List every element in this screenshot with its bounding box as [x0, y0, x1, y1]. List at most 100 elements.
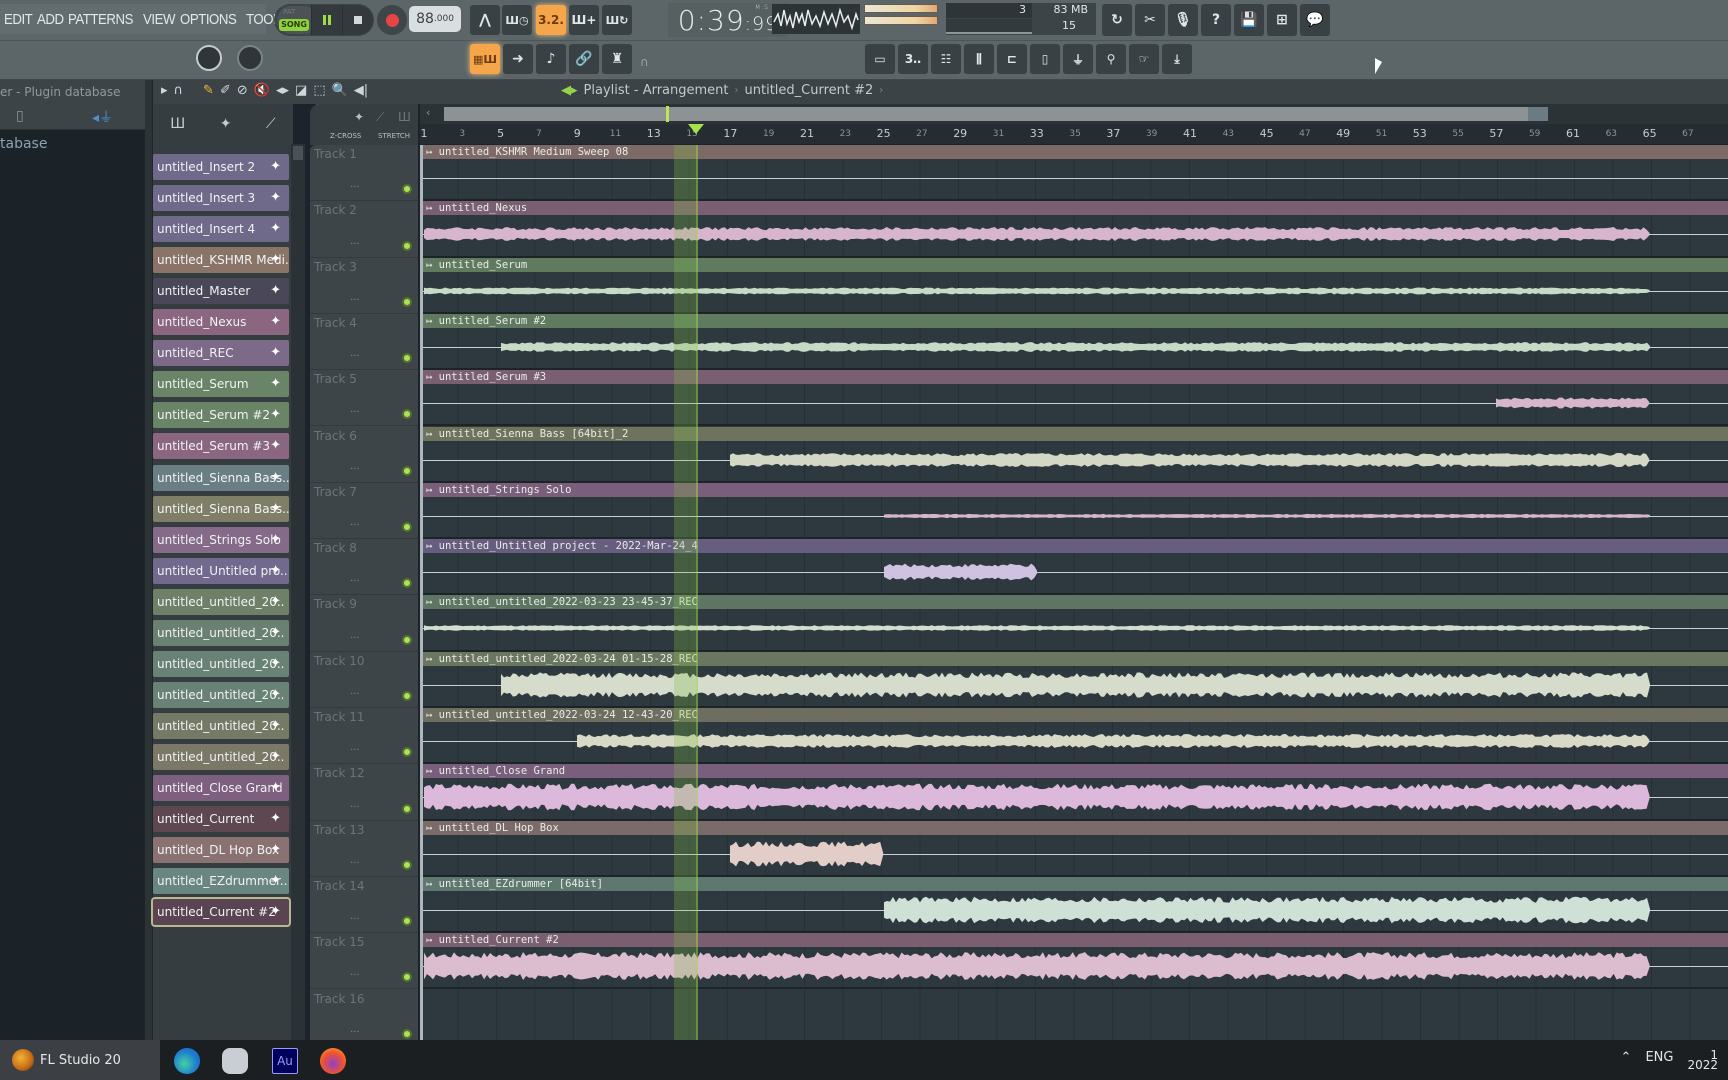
picker-clip[interactable]: untitled_Insert 4 ✦: [153, 216, 289, 243]
picker-clip[interactable]: untitled_untitled_20.. ✦: [153, 619, 289, 646]
audio-clip-title[interactable]: ↦ untitled_Serum: [420, 257, 1728, 272]
picker-clip[interactable]: untitled_untitled_20.. ✦: [153, 743, 289, 770]
browser-button[interactable]: ⊏: [997, 44, 1027, 74]
pause-button[interactable]: [311, 5, 342, 35]
track-options-dots[interactable]: ...: [350, 686, 360, 697]
audio-clip-title[interactable]: ↦ untitled_Current #2: [420, 933, 1728, 948]
menu-patterns[interactable]: PATTERNS: [68, 11, 133, 28]
pattern-clips-icon[interactable]: Ш: [170, 116, 185, 132]
track-enable-led[interactable]: [402, 690, 412, 701]
step-edit-button[interactable]: ➜: [503, 44, 533, 74]
audio-clip-title[interactable]: ↦ untitled_Close Grand: [420, 764, 1728, 779]
track-options-dots[interactable]: ...: [350, 967, 360, 978]
track-header[interactable]: Track 8...: [310, 539, 418, 596]
track-options-dots[interactable]: ...: [350, 1024, 360, 1035]
select-tool-icon[interactable]: ⬚: [313, 83, 325, 98]
picker-clip[interactable]: untitled_Untitled pro.. ✦: [153, 557, 289, 584]
track-lane[interactable]: ↦ untitled_untitled_2022-03-24 12-43-20_…: [420, 708, 1728, 765]
playlist-window-button[interactable]: ▭: [865, 44, 895, 74]
options-arrow-icon[interactable]: ▸: [161, 83, 168, 98]
automation-clips-icon[interactable]: ⟋: [266, 116, 276, 132]
track-options-dots[interactable]: ...: [350, 855, 360, 866]
track-lane[interactable]: ↦ untitled_Serum #2: [420, 313, 1728, 371]
track-enable-led[interactable]: [402, 1028, 412, 1039]
song-time-display[interactable]: 0:39:99 M:S:CS: [668, 3, 788, 37]
audio-clip-title[interactable]: ↦ untitled_untitled_2022-03-24 01-15-28_…: [420, 651, 1728, 666]
track-enable-led[interactable]: [402, 409, 412, 420]
picker-clip[interactable]: untitled_Close Grand ✦: [153, 775, 289, 801]
slip-tool-icon[interactable]: ◂▸: [276, 83, 289, 98]
menu-options[interactable]: OPTIONS: [180, 11, 237, 28]
track-header[interactable]: Track 9...: [310, 595, 418, 652]
picker-clip[interactable]: untitled_Master ✦: [153, 278, 289, 305]
track-enable-led[interactable]: [402, 522, 412, 533]
draw-tool-icon[interactable]: ✎: [203, 83, 214, 98]
undo-history-button[interactable]: ↻: [1102, 4, 1132, 36]
playlist-title[interactable]: Playlist - Arrangement: [584, 83, 729, 98]
picker-clip[interactable]: untitled_untitled_20.. ✦: [153, 650, 289, 677]
track-lane[interactable]: ↦ untitled_Close Grand: [420, 764, 1728, 821]
track-lane[interactable]: ↦ untitled_Nexus: [420, 201, 1728, 258]
download-button[interactable]: ⤓: [1162, 44, 1192, 74]
picker-clip[interactable]: untitled_Insert 3 ✦: [153, 185, 289, 212]
edge-icon[interactable]: [174, 1048, 200, 1074]
track-header[interactable]: Track 16...: [310, 990, 418, 1046]
countdown-button[interactable]: 3.2.: [536, 5, 566, 35]
picker-clip[interactable]: untitled_KSHMR Medi.. ✦: [153, 247, 289, 274]
app-icon[interactable]: [222, 1048, 248, 1074]
crumb-current-clip[interactable]: untitled_Current #2: [745, 83, 874, 98]
wait-input-button[interactable]: Ш◷: [502, 5, 532, 35]
cut-button[interactable]: ✂: [1135, 4, 1165, 36]
picker-clip[interactable]: untitled_REC ✦: [153, 340, 289, 367]
plugin-plug-icon[interactable]: ◂⏚: [92, 107, 113, 127]
tempo-field[interactable]: 88.000: [409, 6, 461, 32]
track-enable-led[interactable]: [402, 465, 412, 476]
track-enable-led[interactable]: [402, 184, 412, 195]
audio-clip-title[interactable]: ↦ untitled_EZdrummer [64bit]: [420, 876, 1728, 891]
project-info-button[interactable]: ▯: [1030, 44, 1060, 74]
picker-clip[interactable]: untitled_Current #2 ✦: [151, 897, 291, 928]
track-enable-led[interactable]: [402, 916, 412, 927]
track-options-dots[interactable]: ...: [350, 742, 360, 753]
record-button[interactable]: [377, 5, 407, 35]
file-icon[interactable]: ▯: [16, 108, 24, 124]
touch-keyboard-button[interactable]: ☞: [1129, 44, 1159, 74]
blend-recording-button[interactable]: Ш+: [569, 5, 599, 35]
tray-chevron-icon[interactable]: ⌃: [1621, 1050, 1632, 1070]
track-lane[interactable]: [420, 989, 1728, 1040]
feedback-button[interactable]: 💬: [1300, 4, 1330, 36]
menu-add[interactable]: ADD: [37, 11, 64, 28]
scroll-left-icon[interactable]: ‹: [426, 106, 430, 119]
metronome-button[interactable]: ⋀: [470, 5, 500, 35]
language-indicator[interactable]: ENG: [1645, 1050, 1673, 1070]
picker-clip[interactable]: untitled_Current ✦: [153, 806, 289, 833]
track-header[interactable]: Track 14...: [310, 877, 418, 934]
track-header[interactable]: Track 11...: [310, 708, 418, 765]
track-header[interactable]: Track 7...: [310, 483, 418, 540]
track-header[interactable]: Track 3...: [310, 258, 418, 314]
overview-bar[interactable]: [444, 107, 1548, 121]
scrollbar-thumb[interactable]: [293, 146, 303, 160]
track-header[interactable]: Track 15...: [310, 933, 418, 990]
picker-clip[interactable]: untitled_Sienna Bass.. ✦: [153, 464, 289, 491]
taskbar-fl-studio[interactable]: FL Studio 20: [0, 1040, 160, 1080]
picker-scrollbar[interactable]: [291, 144, 305, 1040]
audio-clip-title[interactable]: ↦ untitled_Strings Solo: [420, 482, 1728, 497]
stop-button[interactable]: [342, 5, 373, 35]
track-header[interactable]: Track 10...: [310, 652, 418, 708]
slide-button[interactable]: ♪: [536, 44, 566, 74]
track-options-dots[interactable]: ...: [350, 404, 360, 415]
track-lane[interactable]: ↦ untitled_KSHMR Medium Sweep 08: [420, 145, 1728, 202]
track-options-dots[interactable]: ...: [350, 911, 360, 922]
playlist-overview-scrollbar[interactable]: ‹: [420, 104, 1728, 124]
track-header[interactable]: Track 5...: [310, 370, 418, 427]
clock[interactable]: 1 2022: [1687, 1049, 1718, 1071]
track-header[interactable]: Track 13...: [310, 821, 418, 877]
zoom-tool-icon[interactable]: 🔍: [332, 83, 348, 98]
track-enable-led[interactable]: [402, 859, 412, 870]
browser-header[interactable]: er - Plugin database: [0, 80, 145, 104]
track-options-dots[interactable]: ...: [350, 292, 360, 303]
menu-edit[interactable]: EDIT: [4, 11, 33, 28]
track-enable-led[interactable]: [402, 240, 412, 251]
save-new-version-button[interactable]: ⊞: [1267, 4, 1297, 36]
